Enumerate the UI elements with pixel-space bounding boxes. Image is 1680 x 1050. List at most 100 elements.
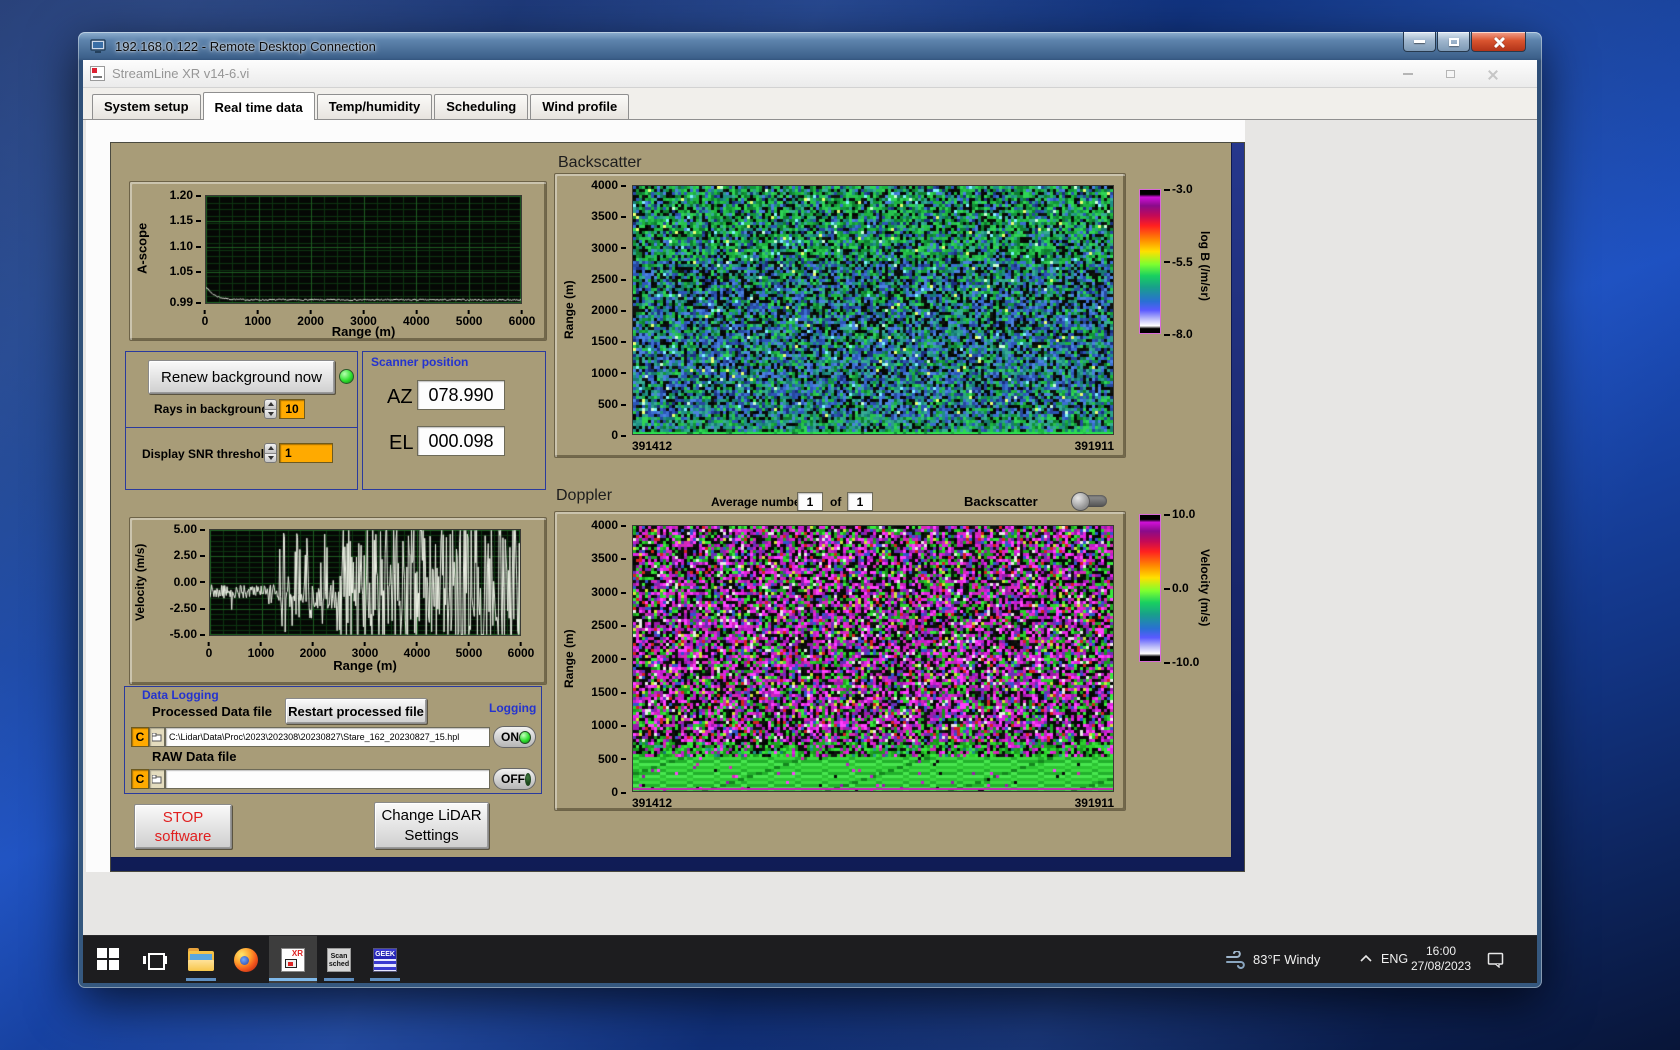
off-label: OFF	[501, 772, 525, 786]
vi-close-button[interactable]	[1477, 60, 1507, 88]
language-indicator[interactable]: ENG	[1381, 952, 1408, 966]
tick-label: 1000	[591, 718, 626, 732]
tab-real-time-data[interactable]: Real time data	[202, 92, 315, 120]
firefox-button[interactable]	[234, 948, 258, 972]
tick-label: 2000	[591, 303, 626, 317]
processed-drive-selector[interactable]: C	[131, 727, 149, 747]
ascope-graph: A-scope 1.20 1.15 1.10 1.05 0.99 0 1000 2000 30…	[129, 181, 547, 341]
backscatter-display-toggle[interactable]	[1071, 492, 1107, 511]
tick-label: -8.0	[1164, 327, 1193, 341]
clock[interactable]: 16:00 27/08/2023	[1409, 944, 1473, 974]
weather-text[interactable]: 83°F Windy	[1253, 952, 1320, 967]
tab-wind-profile[interactable]: Wind profile	[530, 94, 630, 119]
file-explorer-button[interactable]	[188, 948, 214, 972]
average-total-field[interactable]: 1	[847, 492, 873, 511]
tick-label: 1.05	[170, 264, 201, 278]
tick-label: 4000	[591, 518, 626, 532]
processed-path-browse-icon[interactable]	[149, 727, 165, 747]
vi-restore-button[interactable]	[1435, 60, 1465, 88]
backscatter-x-start: 391412	[632, 439, 673, 453]
processed-path-field[interactable]: C:\Lidar\Data\Proc\2023\202308\20230827\…	[165, 727, 490, 747]
backscatter-graph: Range (m) 4000 3500 3000 2500 2000 1500 1000 50…	[554, 173, 1126, 458]
raw-logging-off-button[interactable]: OFF	[493, 768, 536, 790]
stop-software-button[interactable]: STOP software	[134, 804, 232, 849]
tab-temp-humidity[interactable]: Temp/humidity	[316, 94, 433, 119]
minimize-icon	[1414, 40, 1425, 43]
processed-data-file-label: Processed Data file	[152, 704, 272, 719]
labview-vi-icon	[90, 66, 105, 81]
raw-drive-selector[interactable]: C	[131, 769, 149, 789]
processed-logging-on-button[interactable]: ON	[493, 726, 536, 748]
tab-scheduling[interactable]: Scheduling	[434, 94, 529, 119]
rdp-close-button[interactable]	[1471, 32, 1526, 52]
on-label: ON	[501, 730, 519, 744]
rdp-window: 192.168.0.122 - Remote Desktop Connectio…	[78, 32, 1542, 988]
vi-window-title: StreamLine XR v14-6.vi	[112, 66, 250, 81]
taskbar: XR Scan sched GEEK 83°F Windy ENG 16:00 …	[83, 935, 1537, 983]
tray-chevron-up-icon[interactable]	[1359, 954, 1373, 963]
data-logging-group: Data Logging Processed Data file Restart…	[124, 686, 542, 794]
scan-scheduler-button[interactable]: Scan sched	[327, 948, 351, 972]
restore-icon	[1445, 67, 1460, 78]
streamline-xr-taskbar-button[interactable]: XR	[269, 936, 317, 983]
tick-label: 1500	[591, 685, 626, 699]
velocity-graph: Velocity (m/s) 5.00 2.50 0.00 -2.50 -5.00 01…	[129, 517, 547, 685]
tab-system-setup[interactable]: System setup	[92, 94, 201, 119]
task-view-button[interactable]	[143, 948, 167, 972]
geek-app-button[interactable]: GEEK	[373, 948, 397, 972]
scanner-position-group: Scanner position AZ 078.990 EL 000.098	[362, 351, 546, 490]
restart-processed-file-button[interactable]: Restart processed file	[285, 698, 427, 724]
tick-label: 2500	[591, 618, 626, 632]
raw-path-field[interactable]	[165, 769, 490, 789]
tick-label: 1.15	[170, 213, 201, 227]
el-label: EL	[389, 432, 414, 454]
tick-label: -2.50	[170, 601, 205, 615]
raw-path-browse-icon[interactable]	[149, 769, 165, 789]
backscatter-y-ticks: 4000 3500 3000 2500 2000 1500 1000 500 0	[579, 178, 628, 442]
change-lidar-settings-button[interactable]: Change LiDAR Settings	[374, 802, 489, 849]
maximize-icon	[1448, 37, 1459, 46]
close-icon	[1487, 69, 1498, 80]
backscatter-title: Backscatter	[558, 154, 642, 171]
geek-app-icon: GEEK	[373, 948, 397, 972]
tick-label: 2000	[591, 652, 626, 666]
ascope-canvas	[206, 196, 521, 303]
rays-value-field[interactable]: 10	[279, 399, 305, 419]
stop-line1: STOP	[162, 808, 204, 826]
backscatter-colorbar	[1139, 189, 1161, 334]
tick-label: 3000	[591, 241, 626, 255]
tick-label: 500	[598, 397, 626, 411]
rdp-client-area: StreamLine XR v14-6.vi System setup Real…	[83, 60, 1537, 983]
snr-value-field[interactable]: 1	[279, 443, 333, 463]
backscatter-plot-area	[632, 185, 1114, 435]
doppler-y-ticks: 4000 3500 3000 2500 2000 1500 1000 500 0	[579, 518, 628, 799]
start-button[interactable]	[97, 948, 121, 972]
change-line1: Change LiDAR	[381, 806, 482, 824]
rdp-maximize-button[interactable]	[1437, 32, 1470, 52]
ascope-y-ticks: 1.20 1.15 1.10 1.05 0.99	[156, 188, 203, 309]
average-number-field[interactable]: 1	[797, 492, 823, 511]
rdp-minimize-button[interactable]	[1403, 32, 1436, 52]
average-number-label: Average number	[711, 495, 806, 509]
renew-background-button[interactable]: Renew background now	[148, 360, 335, 394]
backscatter-toggle-label: Backscatter	[964, 494, 1038, 509]
vi-titlebar[interactable]: StreamLine XR v14-6.vi	[83, 60, 1537, 88]
doppler-graph: Range (m) 4000 3500 3000 2500 2000 1500 1000 50…	[554, 511, 1126, 811]
notification-center-icon[interactable]	[1487, 952, 1505, 968]
doppler-x-start: 391412	[632, 796, 673, 810]
vi-minimize-button[interactable]	[1393, 60, 1423, 88]
ascope-plot-area	[205, 195, 522, 304]
background-status-led	[339, 369, 354, 384]
tick-label: 10.0	[1164, 507, 1195, 521]
rays-spinner[interactable]	[264, 399, 277, 419]
wind-weather-icon[interactable]	[1225, 951, 1247, 969]
backscatter-y-axis-label: Range (m)	[562, 280, 576, 340]
windows-logo-icon	[97, 948, 121, 970]
snr-spinner[interactable]	[264, 443, 277, 463]
backscatter-canvas	[633, 186, 1113, 434]
rdp-titlebar[interactable]: 192.168.0.122 - Remote Desktop Connectio…	[78, 32, 1542, 60]
folder-icon	[188, 948, 214, 971]
change-line2: Settings	[404, 826, 459, 844]
data-logging-title: Data Logging	[142, 688, 219, 702]
logging-label: Logging	[489, 701, 537, 715]
